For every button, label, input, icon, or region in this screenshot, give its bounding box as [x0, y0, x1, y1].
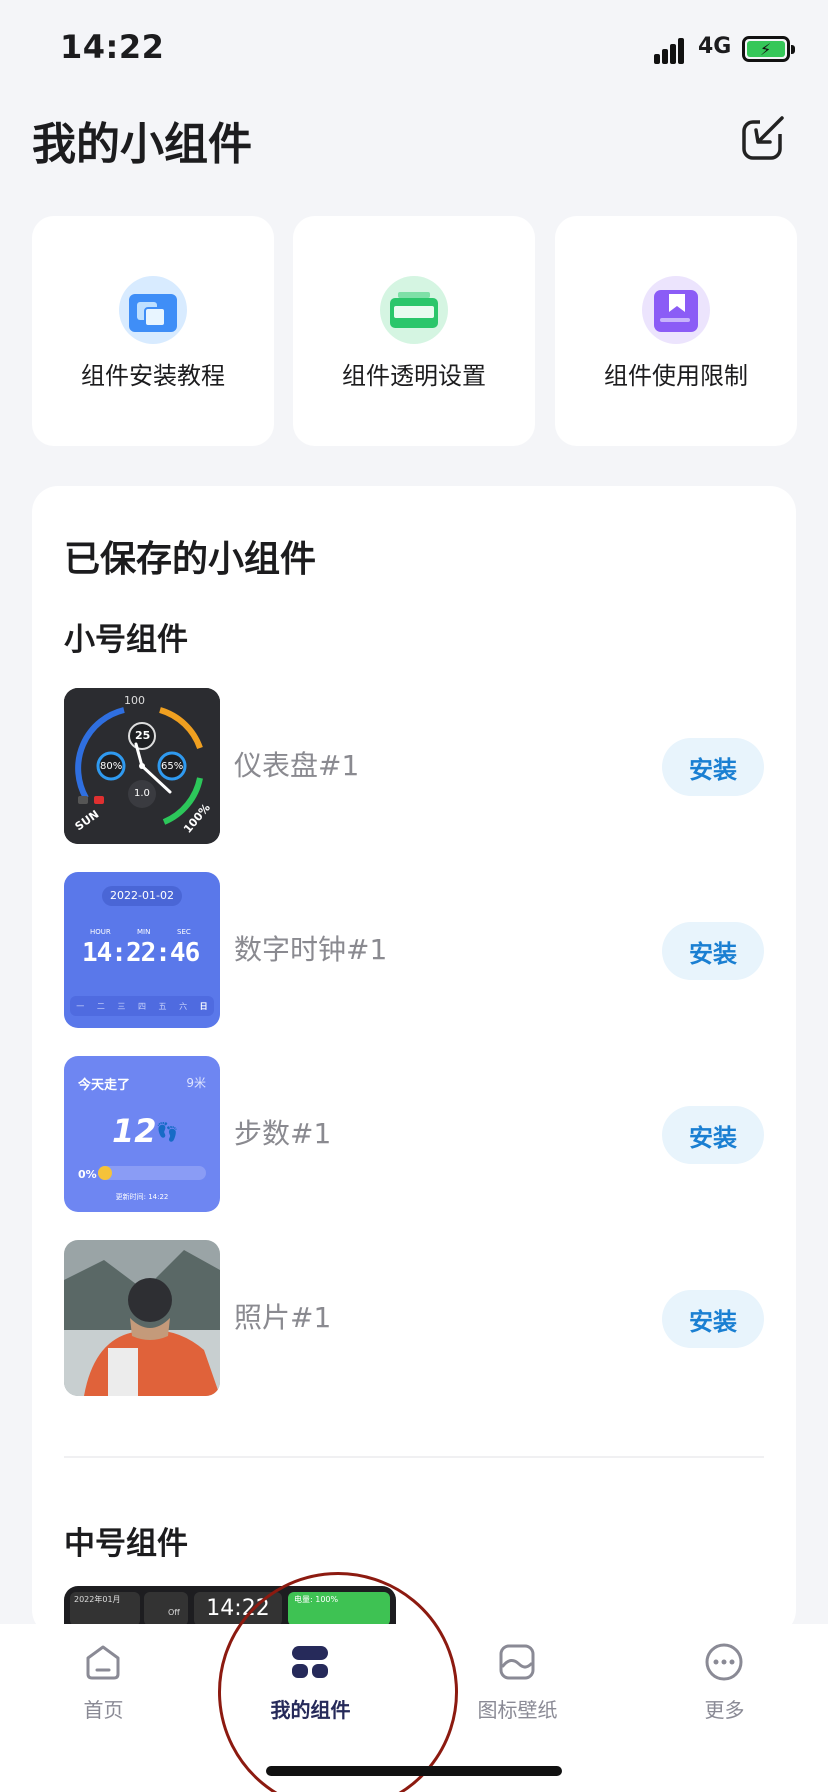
page-title: 我的小组件	[32, 119, 252, 170]
footprints-icon: 👣	[156, 1122, 179, 1143]
install-guide-icon	[119, 276, 187, 344]
tab-home[interactable]: 首页	[0, 1624, 207, 1744]
photo-thumbnail[interactable]	[64, 1240, 220, 1396]
install-button[interactable]: 安装	[662, 738, 764, 796]
medium-widgets-title: 中号组件	[64, 1526, 188, 1562]
steps-thumbnail[interactable]: 今天走了 9米 12 👣 0% 更新时间: 14:22	[64, 1056, 220, 1212]
clock-date: 2022-01-02	[102, 886, 182, 906]
widget-row-digital-clock: 2022-01-02 HOUR MIN SEC 14:22:46 一二三四五六日…	[64, 872, 764, 1028]
small-widgets-title: 小号组件	[64, 622, 188, 658]
tab-more[interactable]: 更多	[621, 1624, 828, 1744]
digital-clock-thumbnail[interactable]: 2022-01-02 HOUR MIN SEC 14:22:46 一二三四五六日	[64, 872, 220, 1028]
home-icon	[83, 1642, 123, 1682]
widget-row-steps: 今天走了 9米 12 👣 0% 更新时间: 14:22 步数#1 安装	[64, 1056, 764, 1212]
exit-arrow-icon[interactable]	[738, 112, 790, 164]
quick-card-transparency[interactable]: 组件透明设置	[293, 216, 535, 446]
clock-hour-label: HOUR	[90, 928, 111, 936]
quick-card-label: 组件使用限制	[604, 362, 748, 390]
saved-widgets-title: 已保存的小组件	[64, 539, 317, 580]
widget-row-dashboard: 100 25 80% 65% 1.0 SUN 100% 仪表盘#1 安装	[64, 688, 764, 844]
dashboard-center-value: 25	[135, 729, 151, 742]
widget-name: 仪表盘#1	[234, 749, 360, 782]
dashboard-thumbnail[interactable]: 100 25 80% 65% 1.0 SUN 100%	[64, 688, 220, 844]
clock-min-label: MIN	[137, 928, 151, 936]
tab-label: 更多	[704, 1698, 745, 1722]
quick-card-usage-limit[interactable]: 组件使用限制	[555, 216, 797, 446]
dashboard-left-pct: 80%	[100, 761, 123, 772]
medium-date: 2022年01月	[70, 1592, 140, 1626]
wifi-icon: Off	[144, 1592, 188, 1626]
steps-count: 12	[112, 1112, 157, 1150]
runner-icon	[98, 1166, 112, 1180]
signal-icon	[654, 36, 690, 64]
clock-weekday-bar: 一二三四五六日	[70, 996, 214, 1016]
bookmark-limit-icon	[642, 276, 710, 344]
dashboard-right-pct: 65%	[161, 761, 184, 772]
install-button[interactable]: 安装	[662, 922, 764, 980]
clock-time: 14:22:46	[82, 938, 200, 968]
widget-name: 步数#1	[234, 1117, 332, 1150]
quick-card-label: 组件安装教程	[81, 362, 225, 390]
saved-widgets-panel: 已保存的小组件 小号组件 100 25 80% 65% 1.0 SUN 100%…	[32, 486, 796, 1636]
home-indicator	[266, 1766, 562, 1776]
wallpaper-icon	[497, 1642, 537, 1682]
clock-sec-label: SEC	[177, 928, 191, 936]
dashboard-inner-value: 1.0	[134, 788, 150, 799]
section-divider	[64, 1456, 764, 1458]
status-time: 14:22	[60, 28, 165, 66]
status-bar: 14:22 4G ⚡	[0, 0, 828, 100]
steps-title: 今天走了	[78, 1078, 131, 1093]
widget-name: 照片#1	[234, 1301, 332, 1334]
install-button[interactable]: 安装	[662, 1290, 764, 1348]
widget-name: 数字时钟#1	[234, 933, 388, 966]
widget-row-photo: 照片#1 安装	[64, 1240, 764, 1396]
steps-updated: 更新时间: 14:22	[115, 1193, 169, 1201]
steps-pct: 0%	[78, 1168, 97, 1181]
steps-distance: 9米	[186, 1076, 206, 1090]
steps-progress-bar	[98, 1166, 206, 1180]
quick-card-install-guide[interactable]: 组件安装教程	[32, 216, 274, 446]
more-icon	[704, 1642, 744, 1682]
quick-card-label: 组件透明设置	[342, 362, 486, 390]
transparency-icon	[380, 276, 448, 344]
install-button[interactable]: 安装	[662, 1106, 764, 1164]
network-type: 4G	[698, 34, 732, 59]
dashboard-top-value: 100	[124, 694, 145, 707]
tab-label: 首页	[83, 1698, 124, 1722]
battery-icon: ⚡	[742, 36, 795, 62]
